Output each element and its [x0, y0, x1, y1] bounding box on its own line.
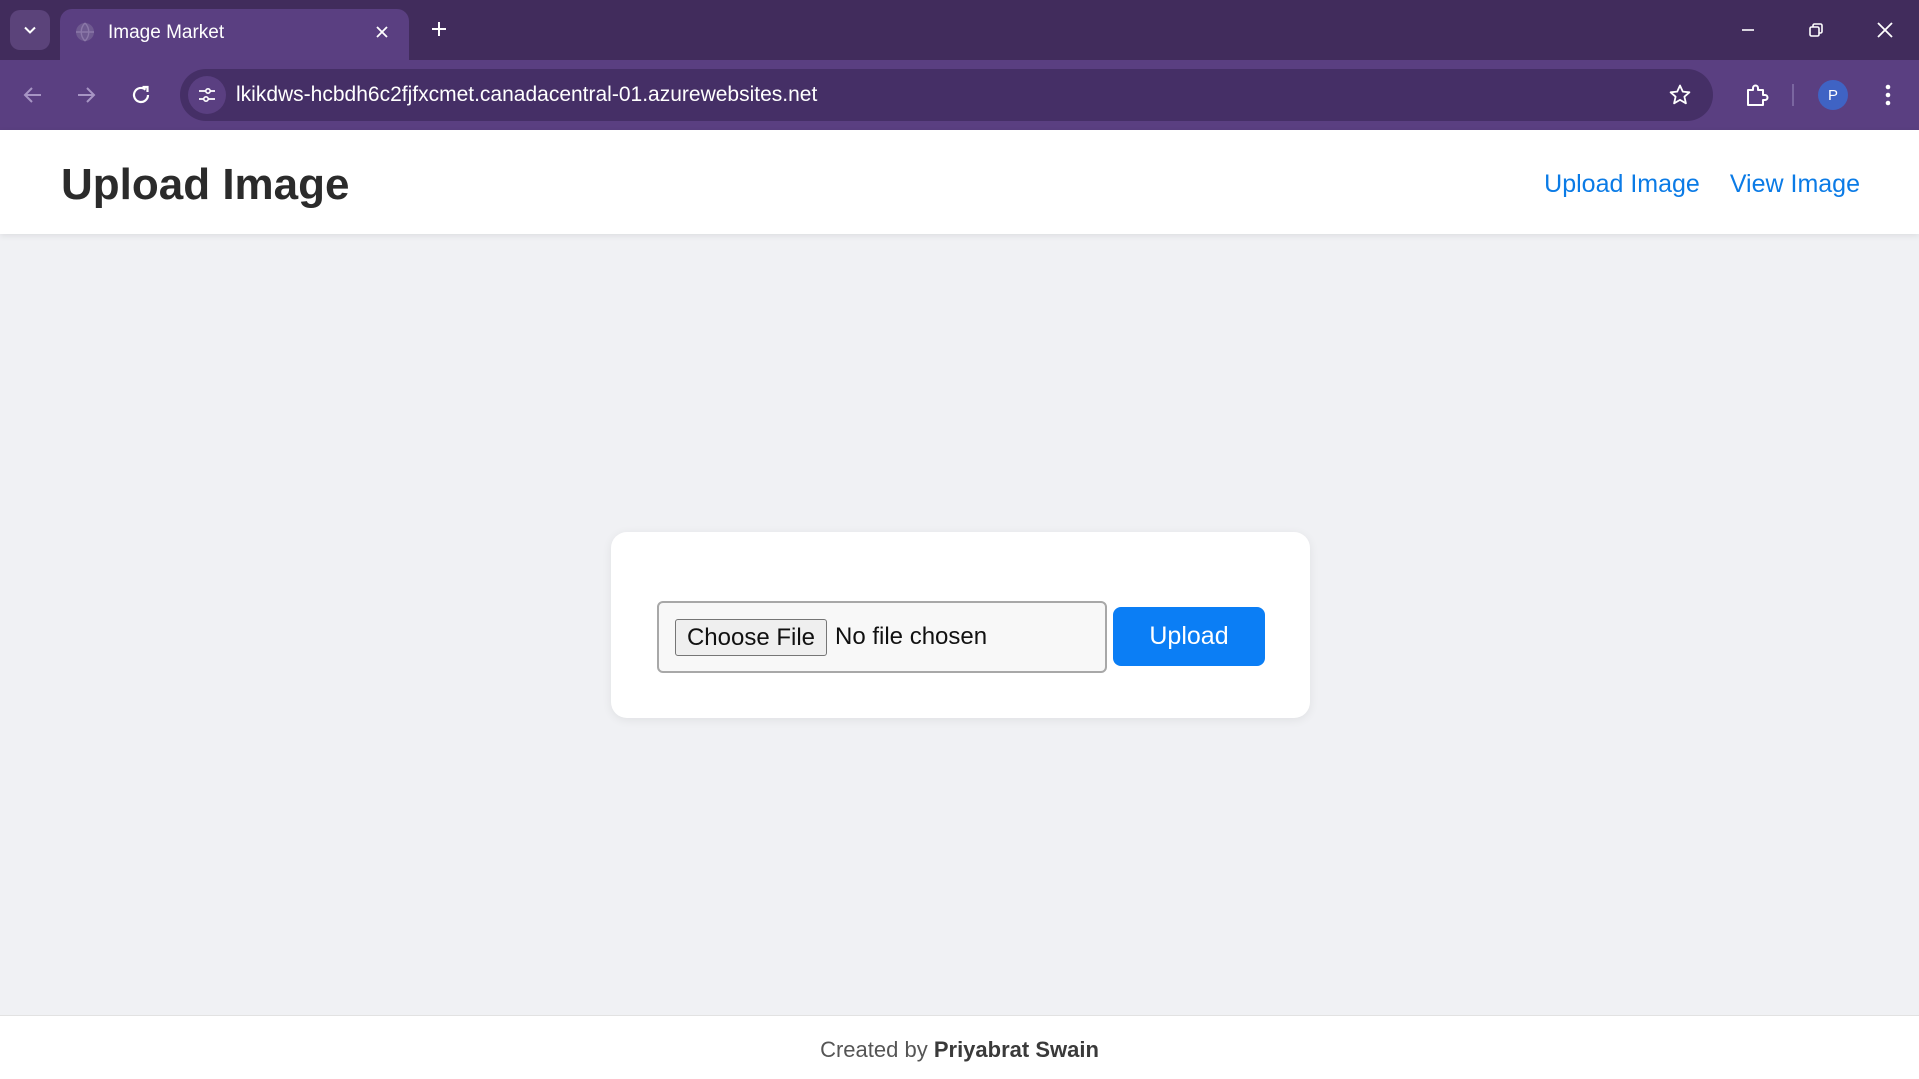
browser-menu-button[interactable] — [1873, 78, 1903, 112]
minimize-icon — [1742, 29, 1754, 31]
bookmark-button[interactable] — [1665, 80, 1695, 110]
browser-toolbar: lkikdws-hcbdh6c2fjfxcmet.canadacentral-0… — [0, 60, 1919, 130]
forward-icon — [78, 87, 96, 103]
choose-file-button[interactable]: Choose File — [675, 619, 827, 656]
upload-button[interactable]: Upload — [1113, 607, 1265, 666]
tab-title: Image Market — [108, 22, 225, 43]
more-icon — [1885, 84, 1891, 106]
new-tab-button[interactable] — [424, 14, 454, 44]
extensions-icon — [1747, 84, 1769, 106]
page-title: Upload Image — [61, 160, 350, 209]
site-header: Upload Image Upload Image View Image — [0, 130, 1919, 234]
nav-upload-image-link[interactable]: Upload Image — [1544, 170, 1700, 199]
file-input[interactable]: Choose File No file chosen — [657, 601, 1107, 673]
reload-button[interactable] — [122, 76, 160, 114]
footer-prefix: Created by — [820, 1037, 928, 1062]
url-text[interactable]: lkikdws-hcbdh6c2fjfxcmet.canadacentral-0… — [236, 83, 817, 107]
restore-icon — [1809, 23, 1823, 37]
close-window-button[interactable] — [1867, 12, 1903, 48]
profile-avatar[interactable]: P — [1818, 80, 1848, 110]
address-bar[interactable]: lkikdws-hcbdh6c2fjfxcmet.canadacentral-0… — [180, 69, 1713, 121]
site-info-button[interactable] — [188, 76, 226, 114]
file-status-text: No file chosen — [835, 623, 988, 650]
star-icon — [1669, 84, 1691, 105]
reload-icon — [132, 85, 150, 104]
nav-view-image-link[interactable]: View Image — [1730, 170, 1860, 199]
globe-icon — [76, 22, 94, 42]
browser-tab[interactable]: Image Market — [60, 9, 409, 60]
tab-search-button[interactable] — [10, 10, 50, 50]
close-icon — [1877, 22, 1893, 38]
toolbar-divider — [1792, 84, 1794, 106]
extensions-button[interactable] — [1738, 76, 1776, 114]
footer-author: Priyabrat Swain — [933, 1037, 1099, 1062]
site-info-icon — [199, 87, 215, 103]
forward-button[interactable] — [67, 76, 105, 114]
close-icon — [376, 26, 388, 38]
plus-icon — [432, 22, 446, 36]
back-icon — [23, 87, 41, 103]
footer-credit: Created by Priyabrat Swain — [0, 1037, 1919, 1063]
chevron-down-icon — [24, 26, 36, 34]
upload-card: Choose File No file chosen Upload — [611, 532, 1310, 718]
main-nav: Upload Image View Image — [1544, 170, 1860, 199]
tab-strip: Image Market — [0, 0, 1919, 60]
site-footer: Created by Priyabrat Swain — [0, 1015, 1919, 1079]
back-button[interactable] — [14, 76, 52, 114]
tab-close-button[interactable] — [369, 19, 395, 45]
minimize-button[interactable] — [1730, 12, 1766, 48]
restore-button[interactable] — [1798, 12, 1834, 48]
